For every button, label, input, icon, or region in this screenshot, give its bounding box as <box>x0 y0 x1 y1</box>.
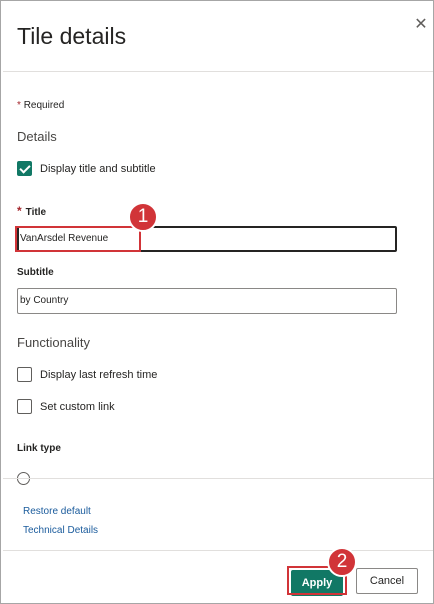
tile-details-dialog: Tile details ✕ * Required Details Displa… <box>0 0 434 604</box>
display-refresh-time-checkbox[interactable]: Display last refresh time <box>17 367 157 382</box>
custom-link-checkbox-box[interactable] <box>17 399 32 414</box>
display-title-subtitle-label: Display title and subtitle <box>40 162 156 175</box>
details-heading: Details <box>17 129 57 144</box>
title-label-text: Title <box>25 207 47 218</box>
content-divider <box>3 478 433 479</box>
cancel-button[interactable]: Cancel <box>356 568 418 594</box>
required-text: Required <box>23 100 65 111</box>
close-icon[interactable]: ✕ <box>411 15 431 35</box>
display-refresh-time-label: Display last refresh time <box>40 368 158 381</box>
title-label: * Title <box>17 204 46 218</box>
subtitle-input[interactable]: by Country <box>17 288 397 314</box>
step-1-badge: 1 <box>128 202 158 232</box>
functionality-heading: Functionality <box>17 335 90 350</box>
refresh-checkbox-box[interactable] <box>17 367 32 382</box>
dialog-title: Tile details <box>17 23 127 49</box>
required-asterisk: * <box>17 100 21 111</box>
checkmark-icon[interactable] <box>17 161 32 176</box>
title-highlight-annotation <box>15 226 141 252</box>
technical-details-link[interactable]: Technical Details <box>23 525 98 536</box>
title-required-asterisk: * <box>17 204 22 218</box>
link-type-label: Link type <box>17 443 61 454</box>
step-2-badge: 2 <box>327 547 357 577</box>
set-custom-link-checkbox[interactable]: Set custom link <box>17 399 115 414</box>
restore-default-link[interactable]: Restore default <box>23 506 91 517</box>
display-title-subtitle-checkbox[interactable]: Display title and subtitle <box>17 161 156 176</box>
header-divider <box>3 71 433 72</box>
required-note: * Required <box>17 100 64 111</box>
subtitle-label: Subtitle <box>17 267 54 278</box>
set-custom-link-label: Set custom link <box>40 400 115 413</box>
footer-divider <box>3 550 433 551</box>
